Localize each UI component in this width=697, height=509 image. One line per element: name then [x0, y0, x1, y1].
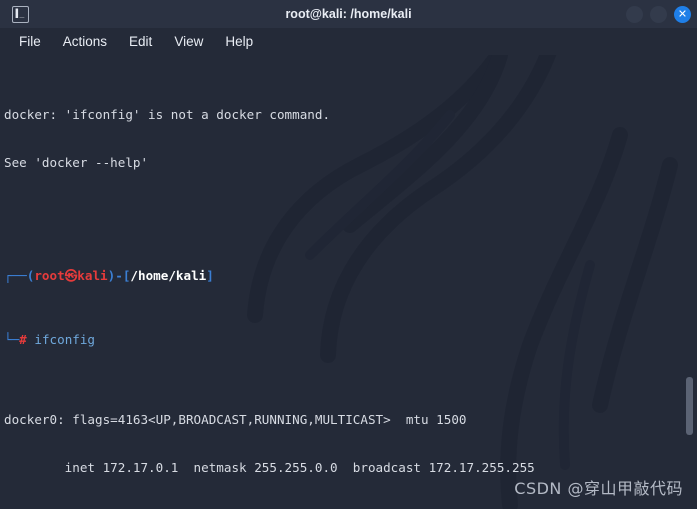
docker-error-line-1: docker: 'ifconfig' is not a docker comma…: [4, 107, 331, 123]
prompt-user: root: [34, 267, 65, 283]
prompt-path: /home/kali: [130, 267, 207, 283]
terminal-icon-glyph: ▌_: [15, 9, 25, 18]
prompt-corner-bottom: └─: [4, 331, 20, 347]
terminal-command: ifconfig: [27, 332, 95, 347]
menu-item-help[interactable]: Help: [216, 32, 262, 51]
prompt-bracket-close: ]: [206, 267, 214, 283]
maximize-button[interactable]: [650, 5, 667, 23]
scrollbar-thumb[interactable]: [686, 377, 693, 435]
iface-header-docker0: docker0: flags=4163<UP,BROADCAST,RUNNING…: [4, 412, 467, 428]
command-text: ifconfig: [34, 331, 96, 347]
prompt-dash: -: [115, 267, 123, 283]
terminal-output: docker: 'ifconfig' is not a docker comma…: [0, 55, 697, 509]
terminal-body[interactable]: docker: 'ifconfig' is not a docker comma…: [0, 55, 697, 509]
prompt-hash: #: [19, 331, 27, 347]
prompt-at-symbol: ㉿: [64, 267, 78, 283]
terminal-icon: ▌_: [12, 5, 29, 23]
menu-bar: File Actions Edit View Help: [0, 28, 697, 55]
close-button[interactable]: ✕: [674, 5, 691, 23]
menu-item-file[interactable]: File: [10, 32, 50, 51]
title-bar: ▌_ root@kali: /home/kali ✕: [0, 0, 697, 28]
close-icon: ✕: [677, 7, 688, 20]
iface-line: inet 172.17.0.1 netmask 255.255.0.0 broa…: [4, 460, 535, 476]
prompt-line-top: ┌──(root㉿kali)-[/home/kali]: [4, 268, 697, 284]
prompt-line-command: └─# ifconfig: [4, 332, 697, 348]
scrollbar[interactable]: [685, 55, 694, 509]
menu-item-view[interactable]: View: [165, 32, 212, 51]
prompt-corner-top: ┌──: [4, 267, 27, 283]
csdn-watermark: CSDN @穿山甲敲代码: [514, 479, 683, 498]
minimize-button[interactable]: [626, 5, 643, 23]
window-title: root@kali: /home/kali: [285, 7, 412, 21]
terminal-window: ▌_ root@kali: /home/kali ✕ File Actions …: [0, 0, 697, 509]
docker-error-line-2: See 'docker --help': [4, 155, 149, 171]
menu-item-edit[interactable]: Edit: [120, 32, 161, 51]
window-controls: ✕: [626, 0, 691, 28]
prompt-host: kali: [77, 267, 108, 283]
menu-item-actions[interactable]: Actions: [54, 32, 116, 51]
